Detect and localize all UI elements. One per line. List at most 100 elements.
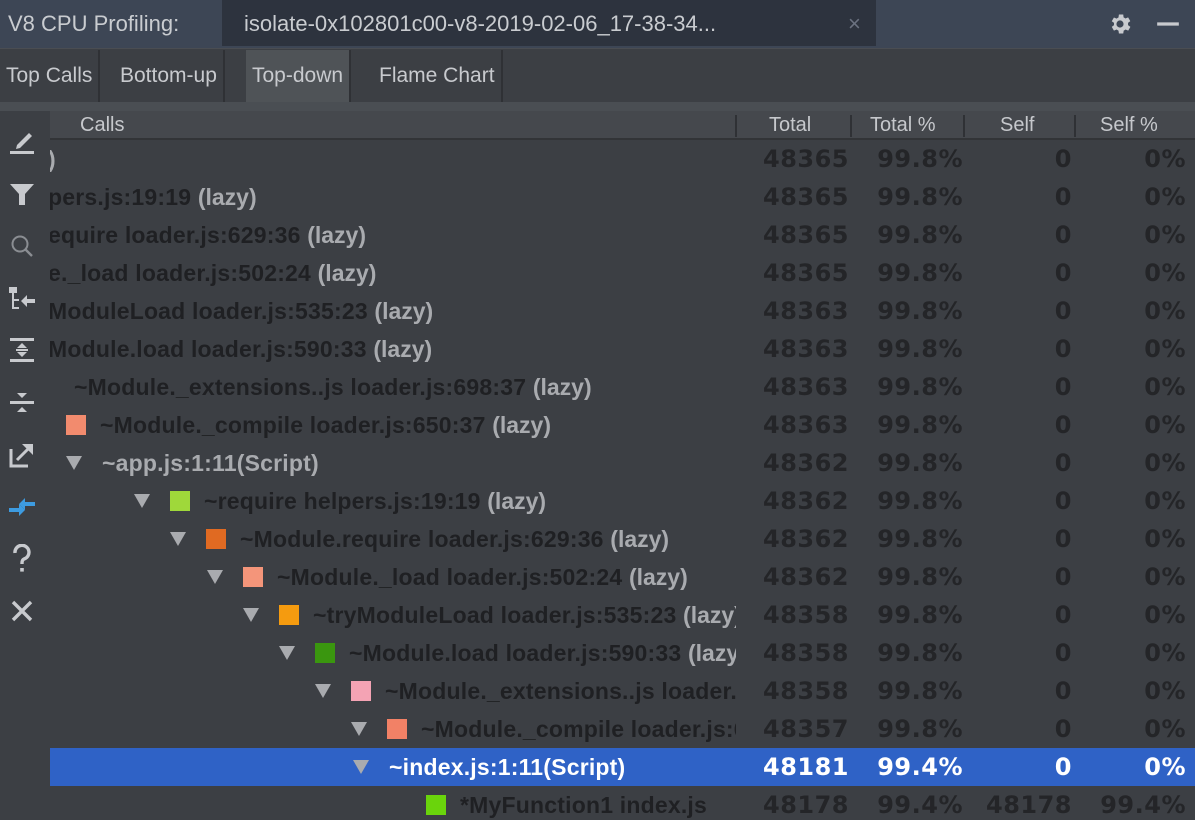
help-icon[interactable] bbox=[6, 543, 38, 575]
self-cell: 0 bbox=[1054, 715, 1072, 743]
tab-top-calls[interactable]: Top Calls bbox=[0, 50, 101, 102]
search-icon[interactable] bbox=[6, 230, 38, 262]
close-icon[interactable] bbox=[6, 595, 38, 627]
category-color-swatch bbox=[170, 491, 190, 511]
self-pct-cell: 0% bbox=[1144, 221, 1186, 249]
calls-cell: ~Module._compile loader.js:650:37 (lazy) bbox=[50, 406, 736, 444]
export-icon[interactable] bbox=[6, 439, 38, 471]
self-cell: 0 bbox=[1054, 449, 1072, 477]
self-cell: 0 bbox=[1054, 259, 1072, 287]
calls-cell: pers.js:19:19 (lazy) bbox=[50, 178, 736, 216]
edit-icon[interactable] bbox=[6, 125, 38, 157]
category-color-swatch bbox=[387, 719, 407, 739]
table-row[interactable]: ~Module._extensions..js loader.js:698:37… bbox=[50, 672, 1195, 710]
table-row[interactable]: ~Module._load loader.js:502:24 (lazy) 483… bbox=[50, 558, 1195, 596]
table-row[interactable]: ~Module._extensions..js loader.js:698:37… bbox=[50, 368, 1195, 406]
calls-cell: *MyFunction1 index.js bbox=[50, 786, 736, 820]
profile-file-tab[interactable]: isolate-0x102801c00-v8-2019-02-06_17-38-… bbox=[222, 0, 876, 46]
calls-cell: ~Module.require loader.js:629:36 (lazy) bbox=[50, 520, 736, 558]
self-pct-cell: 0% bbox=[1144, 335, 1186, 363]
minimize-icon[interactable] bbox=[1155, 11, 1181, 37]
category-color-swatch bbox=[426, 795, 446, 815]
filter-icon[interactable] bbox=[6, 178, 38, 210]
column-divider[interactable] bbox=[850, 115, 852, 137]
navigate-to-parent-icon[interactable] bbox=[6, 283, 38, 315]
expand-triangle-icon[interactable] bbox=[315, 684, 331, 698]
column-divider[interactable] bbox=[735, 115, 737, 137]
expand-triangle-icon[interactable] bbox=[207, 570, 223, 584]
expand-triangle-icon[interactable] bbox=[243, 608, 259, 622]
column-header-self-pct[interactable]: Self % bbox=[1100, 111, 1158, 140]
self-pct-cell: 0% bbox=[1144, 753, 1186, 781]
table-row[interactable]: Module.load loader.js:590:33 (lazy) 48363… bbox=[50, 330, 1195, 368]
self-cell: 0 bbox=[1054, 677, 1072, 705]
expand-triangle-icon[interactable] bbox=[351, 722, 367, 736]
self-cell: 0 bbox=[1054, 411, 1072, 439]
table-row[interactable]: ~app.js:1:11(Script) 48362 99.8% 0 0% bbox=[50, 444, 1195, 482]
table-row[interactable]: e._load loader.js:502:24 (lazy) 48365 99.8… bbox=[50, 254, 1195, 292]
tab-flame-chart[interactable]: Flame Chart bbox=[373, 50, 503, 102]
profile-file-name: isolate-0x102801c00-v8-2019-02-06_17-38-… bbox=[244, 11, 717, 36]
total-pct-cell: 99.8% bbox=[877, 639, 963, 667]
expand-triangle-icon[interactable] bbox=[170, 532, 186, 546]
lazy-tag: (lazy) bbox=[492, 411, 551, 438]
column-header-self[interactable]: Self bbox=[1000, 111, 1034, 140]
self-pct-cell: 0% bbox=[1144, 639, 1186, 667]
function-name: ModuleLoad loader.js:535:23 bbox=[50, 297, 368, 324]
table-row[interactable]: ~Module._compile loader.js:650:37 (lazy)… bbox=[50, 710, 1195, 748]
column-divider[interactable] bbox=[1074, 115, 1076, 137]
column-header-calls[interactable]: Calls bbox=[80, 111, 124, 140]
total-cell: 48363 bbox=[763, 335, 849, 363]
table-row[interactable]: ~Module.load loader.js:590:33 (lazy) 4835… bbox=[50, 634, 1195, 672]
column-header-total-pct[interactable]: Total % bbox=[870, 111, 936, 140]
table-row[interactable]: ~tryModuleLoad loader.js:535:23 (lazy) 48… bbox=[50, 596, 1195, 634]
total-cell: 48365 bbox=[763, 221, 849, 249]
total-cell: 48362 bbox=[763, 487, 849, 515]
total-cell: 48181 bbox=[763, 753, 849, 781]
self-cell: 0 bbox=[1054, 183, 1072, 211]
self-cell: 0 bbox=[1054, 145, 1072, 173]
total-pct-cell: 99.8% bbox=[877, 563, 963, 591]
self-pct-cell: 0% bbox=[1144, 145, 1186, 173]
titlebar-actions bbox=[1107, 0, 1195, 48]
table-row[interactable]: ModuleLoad loader.js:535:23 (lazy) 48363 9… bbox=[50, 292, 1195, 330]
table-row[interactable]: ~Module._compile loader.js:650:37 (lazy)… bbox=[50, 406, 1195, 444]
column-divider[interactable] bbox=[963, 115, 965, 137]
table-row[interactable]: *MyFunction1 index.js 48178 99.4% 48178 99.4… bbox=[50, 786, 1195, 820]
self-pct-cell: 0% bbox=[1144, 601, 1186, 629]
gear-icon[interactable] bbox=[1107, 11, 1133, 37]
close-tab-icon[interactable]: × bbox=[848, 0, 861, 48]
title-bar: V8 CPU Profiling: isolate-0x102801c00-v8… bbox=[0, 0, 1195, 48]
tab-bottom-up[interactable]: Bottom-up bbox=[114, 50, 225, 102]
total-cell: 48178 bbox=[763, 791, 849, 819]
column-header-total[interactable]: Total bbox=[769, 111, 811, 140]
function-name: *MyFunction1 index.js bbox=[460, 791, 708, 818]
expand-triangle-icon[interactable] bbox=[66, 456, 82, 470]
table-row[interactable]: pers.js:19:19 (lazy) 48365 99.8% 0 0% bbox=[50, 178, 1195, 216]
self-cell: 0 bbox=[1054, 753, 1072, 781]
expand-triangle-icon[interactable] bbox=[134, 494, 150, 508]
table-row[interactable]: ~index.js:1:11(Script) 48181 99.4% 0 0% bbox=[50, 748, 1195, 786]
calls-cell: ~Module._compile loader.js:650:37 (lazy) bbox=[50, 710, 736, 748]
calls-cell: ~Module._load loader.js:502:24 (lazy) bbox=[50, 558, 736, 596]
table-row[interactable]: ) 48365 99.8% 0 0% bbox=[50, 140, 1195, 178]
tab-top-down[interactable]: Top-down bbox=[246, 50, 352, 102]
function-name: ~app.js:1:11(Script) bbox=[102, 449, 319, 476]
self-cell: 0 bbox=[1054, 639, 1072, 667]
table-row[interactable]: ~Module.require loader.js:629:36 (lazy) 4… bbox=[50, 520, 1195, 558]
function-name: ~Module._compile loader.js:650:37 bbox=[421, 715, 736, 742]
expand-triangle-icon[interactable] bbox=[353, 760, 369, 774]
total-cell: 48365 bbox=[763, 259, 849, 287]
collapse-all-icon[interactable] bbox=[6, 387, 38, 419]
total-cell: 48363 bbox=[763, 297, 849, 325]
function-name: ~Module.load loader.js:590:33 bbox=[349, 639, 682, 666]
expand-all-icon[interactable] bbox=[6, 334, 38, 366]
total-pct-cell: 99.8% bbox=[877, 145, 963, 173]
table-row[interactable]: equire loader.js:629:36 (lazy) 48365 99.8%… bbox=[50, 216, 1195, 254]
self-pct-cell: 0% bbox=[1144, 411, 1186, 439]
calls-cell: ModuleLoad loader.js:535:23 (lazy) bbox=[50, 292, 736, 330]
table-row[interactable]: ~require helpers.js:19:19 (lazy) 48362 99.… bbox=[50, 482, 1195, 520]
compare-icon[interactable] bbox=[6, 491, 38, 523]
category-color-swatch bbox=[315, 643, 335, 663]
expand-triangle-icon[interactable] bbox=[279, 646, 295, 660]
